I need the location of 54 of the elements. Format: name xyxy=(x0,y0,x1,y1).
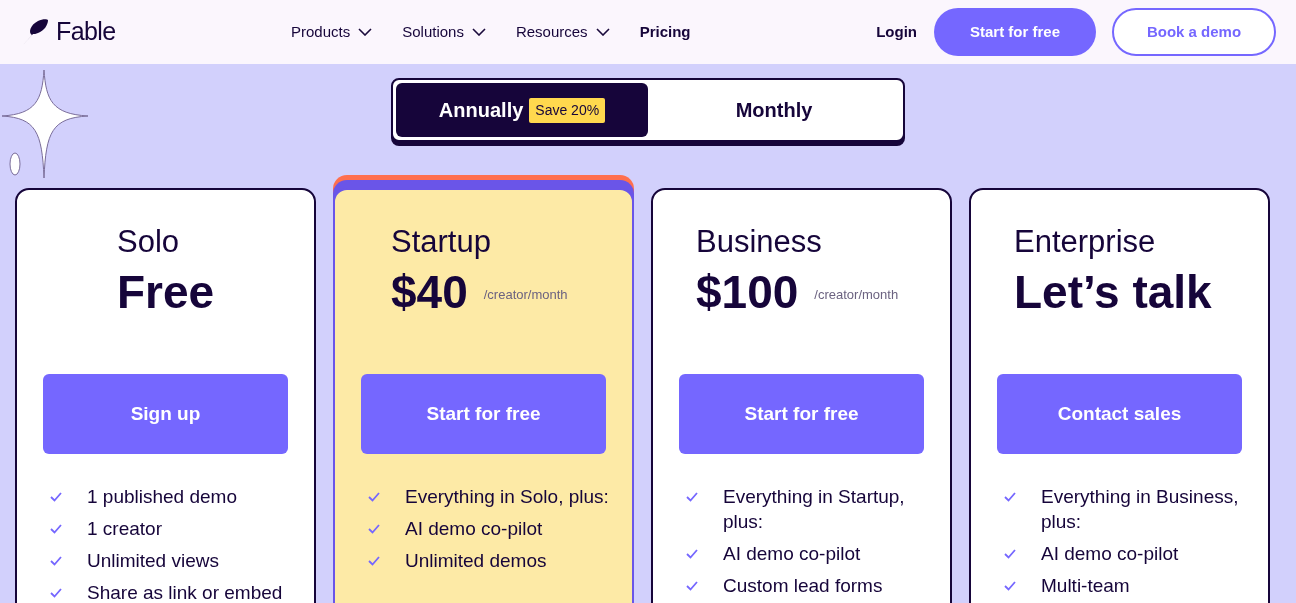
price-period: /creator/month xyxy=(483,285,568,304)
feature-text: Everything in Startup, plus: xyxy=(723,485,906,534)
check-icon xyxy=(368,492,380,502)
start-for-free-button[interactable]: Start for free xyxy=(934,8,1096,56)
feature-text: Custom lead forms xyxy=(723,574,884,598)
plan-name: Enterprise xyxy=(1014,224,1157,260)
check-icon xyxy=(50,492,62,502)
chevron-down-icon xyxy=(358,28,373,36)
feature-text: Unlimited views xyxy=(87,549,220,573)
plan-price: $40 xyxy=(391,266,468,318)
logo-text[interactable]: Fable xyxy=(56,13,116,51)
plan-cta-button[interactable]: Start for free xyxy=(361,374,606,454)
nav-link[interactable]: Pricing xyxy=(639,20,691,44)
feature-text: AI demo co-pilot xyxy=(405,517,544,541)
plan-name: Startup xyxy=(391,224,492,260)
feature-text: AI demo co-pilot xyxy=(723,542,862,566)
feature-text: Share as link or embed xyxy=(87,581,284,603)
check-icon xyxy=(686,549,698,559)
book-demo-button[interactable]: Book a demo xyxy=(1112,8,1276,56)
billing-option[interactable]: Annually Save 20% xyxy=(396,83,648,137)
price-period: /creator/month xyxy=(814,285,899,304)
plan-name: Solo xyxy=(117,224,181,260)
chevron-down-icon xyxy=(595,28,610,36)
plan-price: $100 xyxy=(696,266,799,318)
check-icon xyxy=(686,492,698,502)
feature-text: 1 creator xyxy=(87,517,163,541)
nav-link[interactable]: Resources xyxy=(515,20,610,44)
plan-price: Let’s talk xyxy=(1014,266,1212,318)
check-icon xyxy=(368,524,380,534)
feature-text: Everything in Solo, plus: xyxy=(405,485,610,509)
feature-text: AI demo co-pilot xyxy=(1041,542,1180,566)
plan-cta-button[interactable]: Contact sales xyxy=(997,374,1242,454)
plan-price: Free xyxy=(117,266,215,318)
plan-cta-button[interactable]: Sign up xyxy=(43,374,288,454)
feature-text: Multi-team xyxy=(1041,574,1131,598)
check-icon xyxy=(1004,581,1016,591)
check-icon xyxy=(50,524,62,534)
nav-link[interactable]: Solutions xyxy=(402,20,486,44)
check-icon xyxy=(50,588,62,598)
nav-link[interactable]: Products xyxy=(291,20,373,44)
sparkle-icon xyxy=(2,70,88,178)
discount-badge: Save 20% xyxy=(529,97,606,123)
check-icon xyxy=(368,556,380,566)
check-icon xyxy=(1004,492,1016,502)
check-icon xyxy=(50,556,62,566)
login-link[interactable]: Login xyxy=(876,20,917,44)
check-icon xyxy=(1004,549,1016,559)
plan-cta-button[interactable]: Start for free xyxy=(679,374,924,454)
feature-text: Everything in Business, plus: xyxy=(1041,485,1240,534)
feature-text: Unlimited demos xyxy=(405,549,548,573)
plan-name: Business xyxy=(696,224,823,260)
chevron-down-icon xyxy=(471,28,486,36)
check-icon xyxy=(686,581,698,591)
feature-text: 1 published demo xyxy=(87,485,238,509)
